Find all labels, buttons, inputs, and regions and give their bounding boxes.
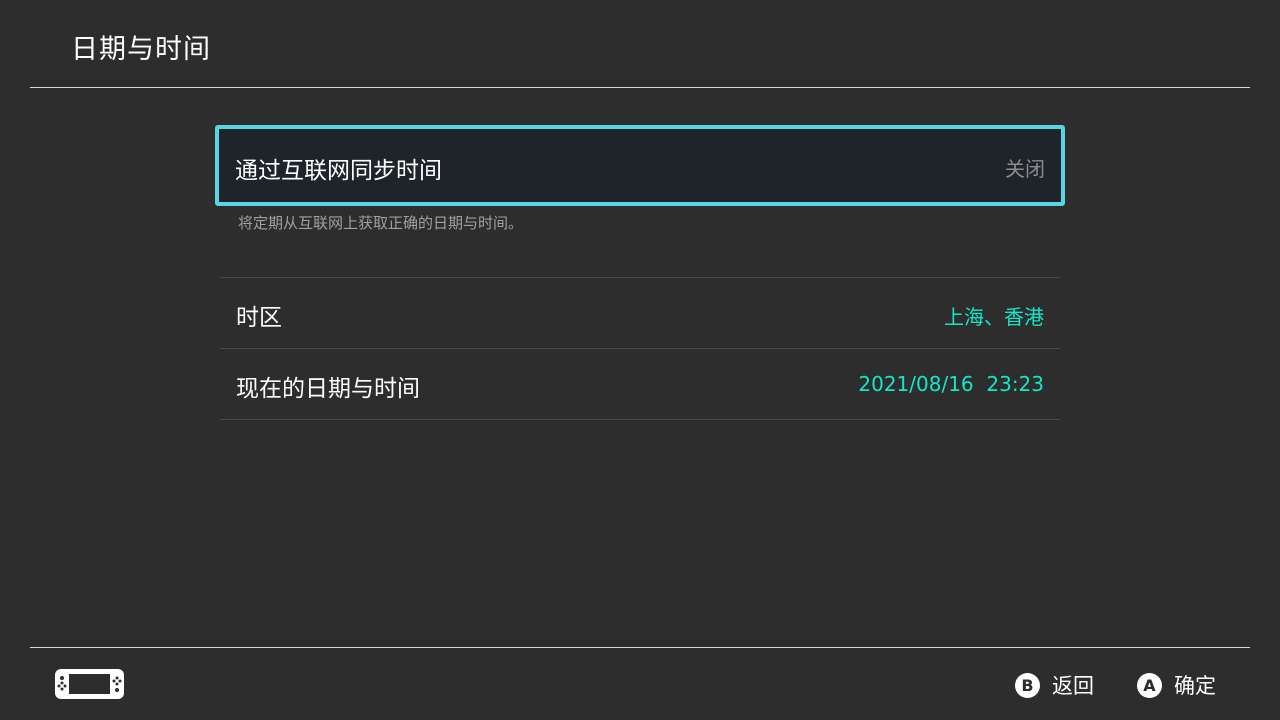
current-datetime-label: 现在的日期与时间 [236,376,420,402]
screen: 日期与时间 通过互联网同步时间 关闭 将定期从互联网上获取正确的日期与时间。 时… [0,0,1280,720]
confirm-button[interactable]: A 确定 [1137,670,1216,700]
header-divider [30,87,1250,88]
internet-time-sync-row[interactable]: 通过互联网同步时间 关闭 [215,125,1065,206]
timezone-value: 上海、香港 [944,305,1044,329]
timezone-row[interactable]: 时区 上海、香港 [220,278,1060,348]
row-divider [220,419,1060,420]
current-datetime-value: 2021/08/16 23:23 [858,372,1044,396]
handheld-console-icon [55,669,124,699]
page-title: 日期与时间 [71,34,211,65]
b-button-icon: B [1015,672,1040,698]
current-datetime-row[interactable]: 现在的日期与时间 2021/08/16 23:23 [220,349,1060,419]
timezone-label: 时区 [236,305,282,331]
back-button[interactable]: B 返回 [1015,670,1094,700]
footer-divider [30,647,1250,648]
back-button-label: 返回 [1052,674,1094,698]
internet-time-sync-label: 通过互联网同步时间 [235,158,442,184]
a-button-icon: A [1137,672,1162,698]
internet-time-sync-value: 关闭 [1005,157,1045,181]
internet-time-sync-description: 将定期从互联网上获取正确的日期与时间。 [238,214,524,232]
confirm-button-label: 确定 [1174,674,1216,698]
